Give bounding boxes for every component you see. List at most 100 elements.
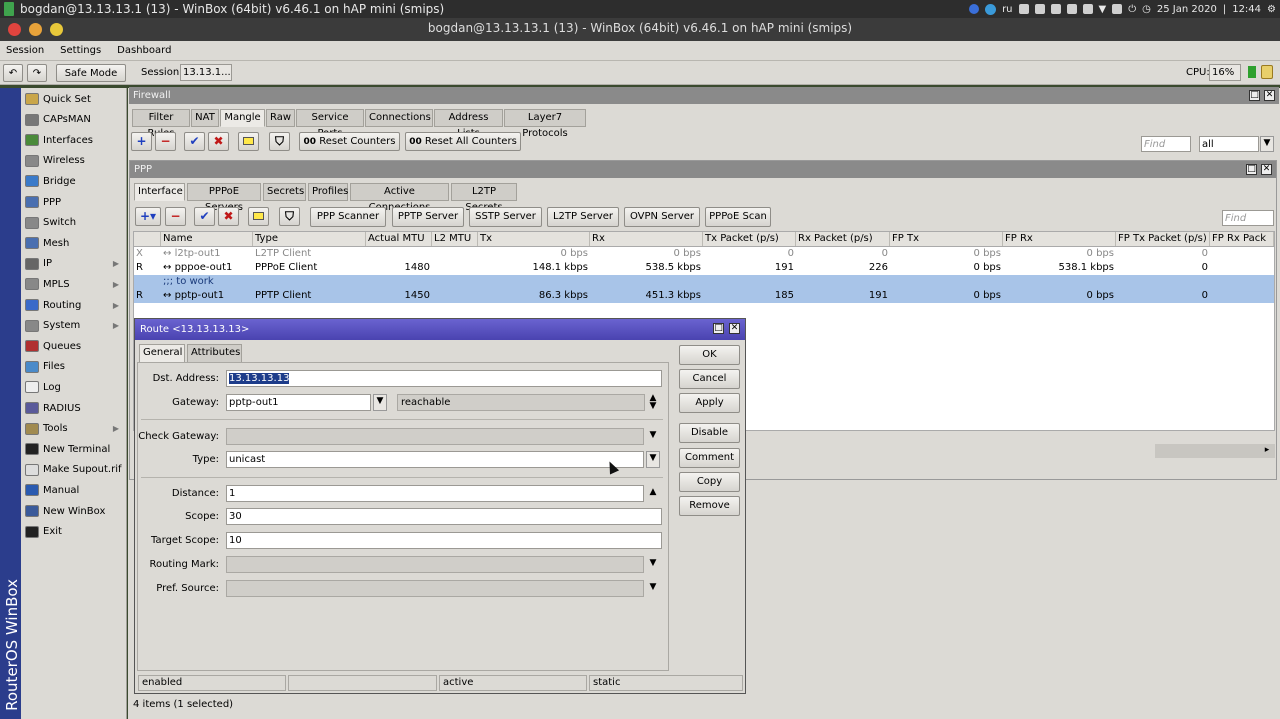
firewall-maximize-button[interactable]: □ [1249, 90, 1260, 101]
tab-mangle[interactable]: Mangle [220, 109, 265, 127]
firewall-find-input[interactable]: Find [1141, 136, 1191, 152]
column-header[interactable]: Rx Packet (p/s) [796, 232, 890, 246]
pref-source-select[interactable] [226, 580, 644, 597]
menu-dashboard[interactable]: Dashboard [117, 45, 171, 56]
type-select[interactable]: unicast [226, 451, 644, 468]
ppp-add-button[interactable]: +▾ [135, 207, 161, 226]
column-header[interactable]: FP Tx [890, 232, 1003, 246]
tab-address-lists[interactable]: Address Lists [434, 109, 503, 139]
scroll-right-icon[interactable]: ▸ [1260, 444, 1274, 458]
tab-profiles[interactable]: Profiles [308, 183, 348, 201]
sidebar-item-quick-set[interactable]: Quick Set [21, 89, 127, 109]
menu-session[interactable]: Session [6, 45, 44, 56]
check-gateway-select[interactable] [226, 428, 644, 445]
copy-button[interactable]: Copy [679, 472, 740, 492]
ppp-filter-button[interactable]: ⛉ [279, 207, 300, 226]
reset-all-counters-button[interactable]: 00 Reset All Counters [405, 132, 521, 151]
sidebar-item-mpls[interactable]: MPLS ▶ [21, 274, 127, 294]
tab-general[interactable]: General [139, 344, 185, 363]
column-header[interactable]: Name [161, 232, 253, 246]
column-header[interactable]: Rx [590, 232, 703, 246]
sidebar-item-tools[interactable]: Tools ▶ [21, 419, 127, 439]
route-maximize-button[interactable]: □ [713, 323, 724, 334]
app-menu-icon[interactable] [4, 2, 14, 16]
tab-interface[interactable]: Interface [134, 183, 185, 201]
firewall-close-button[interactable]: ✕ [1264, 90, 1275, 101]
power-icon[interactable]: ⏻ [1128, 4, 1136, 15]
enable-button[interactable]: ✔ [184, 132, 205, 151]
ppp-comment-button[interactable] [248, 207, 269, 226]
sidebar-item-routing[interactable]: Routing ▶ [21, 295, 127, 315]
filter-button[interactable]: ⛉ [269, 132, 290, 151]
table-row[interactable]: R ↔ pppoe-out1 PPPoE Client 1480 148.1 kbps 5… [134, 261, 1274, 275]
pptp-server-button[interactable]: PPTP Server [392, 207, 464, 227]
add-button[interactable]: + [131, 132, 152, 151]
ppp-remove-button[interactable]: − [165, 207, 186, 226]
ppp-close-button[interactable]: ✕ [1261, 164, 1272, 175]
tab-layer7-protocols[interactable]: Layer7 Protocols [504, 109, 586, 139]
sidebar-item-log[interactable]: Log [21, 377, 127, 397]
tab-service-ports[interactable]: Service Ports [296, 109, 364, 139]
sidebar-item-files[interactable]: Files [21, 357, 127, 377]
menu-settings[interactable]: Settings [60, 45, 101, 56]
notification-icon[interactable] [969, 4, 980, 14]
column-header[interactable]: FP Rx [1003, 232, 1116, 246]
table-row[interactable]: R ↔ pptp-out1 PPTP Client 1450 86.3 kbps 451.… [134, 289, 1274, 303]
keyboard-layout[interactable]: ru [1002, 4, 1012, 15]
wifi-icon[interactable] [1050, 4, 1061, 14]
up-down-icon[interactable]: ▲ ▼ [647, 394, 659, 411]
ppp-disable-button[interactable]: ✖ [218, 207, 239, 226]
tab-raw[interactable]: Raw [266, 109, 295, 127]
sidebar-item-bridge[interactable]: Bridge [21, 171, 127, 191]
sidebar-item-wireless[interactable]: Wireless [21, 151, 127, 171]
sidebar-item-queues[interactable]: Queues [21, 336, 127, 356]
column-header[interactable]: FP Tx Packet (p/s) [1116, 232, 1210, 246]
column-header[interactable]: FP Rx Pack [1210, 232, 1274, 246]
sidebar-item-exit[interactable]: Exit [21, 522, 127, 542]
session-field[interactable]: 13.13.1... [180, 64, 232, 81]
sidebar-item-make-supout-rif[interactable]: Make Supout.rif [21, 460, 127, 480]
ppp-scanner-button[interactable]: PPP Scanner [310, 207, 386, 227]
settings-gear-icon[interactable]: ⚙ [1267, 4, 1276, 15]
chevron-down-icon[interactable]: ▼ [647, 581, 659, 594]
chevron-down-icon[interactable]: ▼ [1260, 136, 1274, 152]
sidebar-item-switch[interactable]: Switch [21, 213, 127, 233]
safe-mode-button[interactable]: Safe Mode [56, 64, 126, 82]
gateway-dropdown-icon[interactable]: ▼ [373, 394, 387, 411]
chevron-down-icon[interactable]: ▼ [647, 429, 659, 442]
route-close-button[interactable]: ✕ [729, 323, 740, 334]
type-dropdown-icon[interactable]: ▼ [646, 451, 660, 468]
tab-l2tp-secrets[interactable]: L2TP Secrets [451, 183, 517, 213]
sstp-server-button[interactable]: SSTP Server [469, 207, 542, 227]
tab-connections[interactable]: Connections [365, 109, 433, 127]
column-header[interactable]: Tx [478, 232, 590, 246]
clipboard-icon[interactable] [1082, 4, 1093, 14]
ppp-maximize-button[interactable]: □ [1246, 164, 1257, 175]
tab-secrets[interactable]: Secrets [263, 183, 306, 201]
chevron-down-icon[interactable]: ▼ [1099, 4, 1107, 15]
tab-filter-rules[interactable]: Filter Rules [132, 109, 190, 139]
comment-row[interactable]: ;;; to work [134, 275, 1274, 289]
sidebar-item-manual[interactable]: Manual [21, 480, 127, 500]
tab-nat[interactable]: NAT [191, 109, 219, 127]
apply-button[interactable]: Apply [679, 393, 740, 413]
table-row[interactable]: X ↔ l2tp-out1 L2TP Client 0 bps 0 bps 0 0 0 bps… [134, 247, 1274, 261]
telegram-icon[interactable] [985, 3, 997, 15]
disable-button[interactable]: Disable [679, 423, 740, 443]
sidebar-item-ppp[interactable]: PPP [21, 192, 127, 212]
sidebar-item-capsman[interactable]: CAPsMAN [21, 110, 127, 130]
ok-button[interactable]: OK [679, 345, 740, 365]
gear-tray-icon[interactable] [1018, 4, 1029, 14]
lock-icon[interactable] [1112, 4, 1123, 14]
routing-mark-select[interactable] [226, 556, 644, 573]
chevron-up-icon[interactable]: ▲ [647, 486, 659, 499]
target-scope-input[interactable]: 10 [226, 532, 662, 549]
l2tp-server-button[interactable]: L2TP Server [547, 207, 619, 227]
tab-active-connections[interactable]: Active Connections [350, 183, 449, 213]
ovpn-server-button[interactable]: OVPN Server [624, 207, 700, 227]
column-header[interactable]: L2 MTU [432, 232, 478, 246]
column-header[interactable]: Type [253, 232, 366, 246]
column-header[interactable] [134, 232, 161, 246]
cpu-tray-icon[interactable] [1034, 4, 1045, 14]
redo-button[interactable]: ↷ [27, 64, 47, 82]
